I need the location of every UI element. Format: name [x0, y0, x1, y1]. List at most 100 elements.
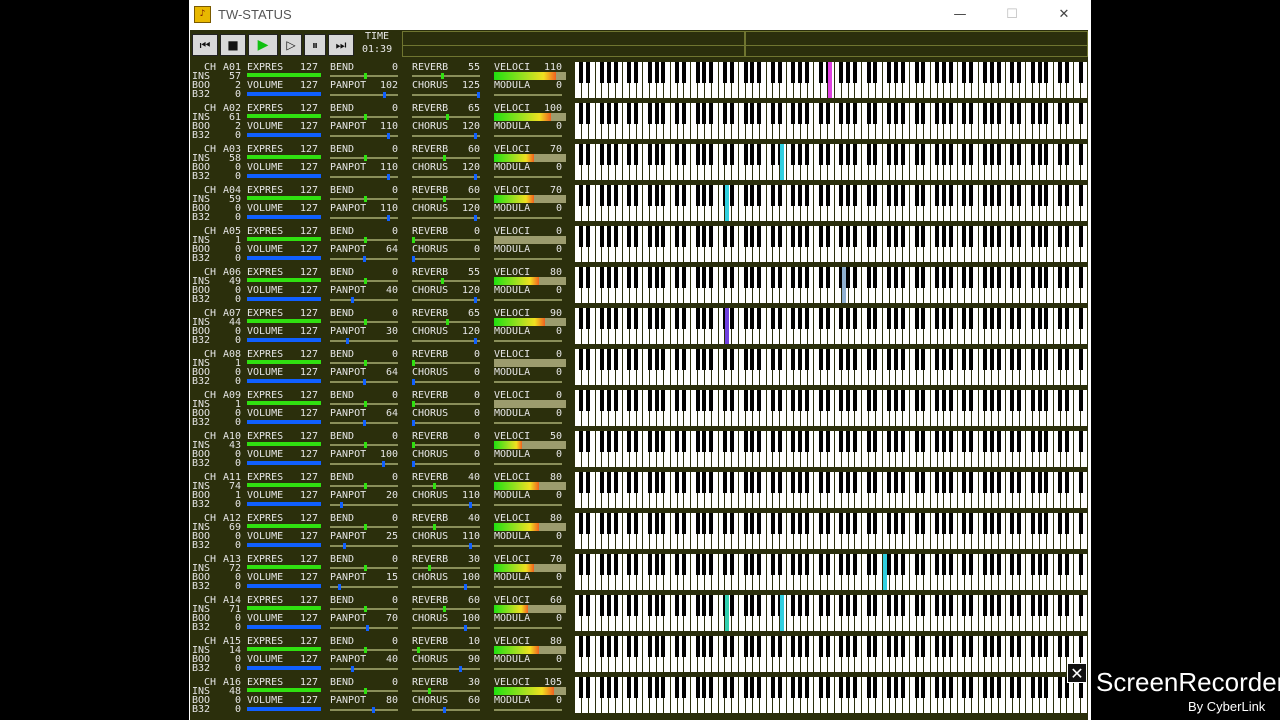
black-key[interactable]: [887, 636, 892, 657]
black-key[interactable]: [675, 308, 680, 329]
black-key[interactable]: [770, 144, 775, 165]
black-key[interactable]: [1058, 226, 1063, 247]
black-key[interactable]: [846, 554, 851, 575]
black-key[interactable]: [634, 144, 639, 165]
black-key[interactable]: [935, 308, 940, 329]
black-key[interactable]: [743, 431, 748, 452]
black-key[interactable]: [627, 308, 632, 329]
piano-keyboard[interactable]: [575, 103, 1088, 139]
black-key[interactable]: [695, 554, 700, 575]
black-key[interactable]: [852, 308, 857, 329]
black-key[interactable]: [613, 431, 618, 452]
black-key[interactable]: [839, 636, 844, 657]
black-key[interactable]: [921, 554, 926, 575]
black-key[interactable]: [866, 390, 871, 411]
bend-slider[interactable]: [364, 319, 367, 325]
black-key[interactable]: [893, 62, 898, 83]
black-key[interactable]: [1064, 513, 1069, 534]
black-key[interactable]: [599, 349, 604, 370]
black-key[interactable]: [935, 554, 940, 575]
black-key[interactable]: [695, 595, 700, 616]
piano-keyboard[interactable]: [575, 62, 1088, 98]
black-key[interactable]: [969, 513, 974, 534]
black-key[interactable]: [1010, 349, 1015, 370]
black-key[interactable]: [634, 308, 639, 329]
black-key[interactable]: [948, 636, 953, 657]
black-key[interactable]: [750, 349, 755, 370]
black-key[interactable]: [586, 513, 591, 534]
black-key[interactable]: [1078, 226, 1083, 247]
black-key[interactable]: [654, 677, 659, 698]
black-key[interactable]: [852, 390, 857, 411]
black-key[interactable]: [627, 226, 632, 247]
black-key[interactable]: [675, 513, 680, 534]
black-key[interactable]: [1058, 677, 1063, 698]
black-key[interactable]: [586, 636, 591, 657]
black-key[interactable]: [921, 431, 926, 452]
black-key[interactable]: [900, 513, 905, 534]
black-key[interactable]: [750, 267, 755, 288]
black-key[interactable]: [873, 267, 878, 288]
black-key[interactable]: [900, 308, 905, 329]
black-key[interactable]: [722, 554, 727, 575]
black-key[interactable]: [893, 226, 898, 247]
black-key[interactable]: [675, 267, 680, 288]
black-key[interactable]: [586, 226, 591, 247]
black-key[interactable]: [914, 62, 919, 83]
black-key[interactable]: [969, 185, 974, 206]
pause-button[interactable]: ⏸: [304, 34, 326, 56]
black-key[interactable]: [1037, 390, 1042, 411]
black-key[interactable]: [1030, 390, 1035, 411]
black-key[interactable]: [989, 226, 994, 247]
black-key[interactable]: [681, 677, 686, 698]
black-key[interactable]: [606, 595, 611, 616]
black-key[interactable]: [839, 431, 844, 452]
black-key[interactable]: [722, 390, 727, 411]
black-key[interactable]: [798, 226, 803, 247]
black-key[interactable]: [729, 636, 734, 657]
black-key[interactable]: [627, 267, 632, 288]
black-key[interactable]: [599, 226, 604, 247]
black-key[interactable]: [654, 308, 659, 329]
black-key[interactable]: [805, 226, 810, 247]
reverb-slider[interactable]: [412, 442, 415, 448]
black-key[interactable]: [613, 677, 618, 698]
black-key[interactable]: [982, 431, 987, 452]
black-key[interactable]: [852, 267, 857, 288]
black-key[interactable]: [729, 595, 734, 616]
black-key[interactable]: [661, 472, 666, 493]
black-key[interactable]: [695, 226, 700, 247]
black-key[interactable]: [948, 103, 953, 124]
black-key[interactable]: [579, 308, 584, 329]
black-key[interactable]: [1010, 554, 1015, 575]
black-key[interactable]: [935, 595, 940, 616]
black-key[interactable]: [839, 226, 844, 247]
black-key[interactable]: [941, 103, 946, 124]
black-key[interactable]: [852, 636, 857, 657]
black-key[interactable]: [750, 226, 755, 247]
black-key[interactable]: [996, 595, 1001, 616]
black-key[interactable]: [948, 226, 953, 247]
black-key[interactable]: [709, 431, 714, 452]
black-key[interactable]: [873, 636, 878, 657]
black-key[interactable]: [777, 308, 782, 329]
black-key[interactable]: [709, 103, 714, 124]
black-key[interactable]: [777, 103, 782, 124]
black-key[interactable]: [921, 308, 926, 329]
black-key[interactable]: [846, 431, 851, 452]
black-key[interactable]: [791, 144, 796, 165]
black-key[interactable]: [606, 349, 611, 370]
black-key[interactable]: [695, 144, 700, 165]
black-key[interactable]: [969, 226, 974, 247]
black-key[interactable]: [750, 431, 755, 452]
black-key[interactable]: [743, 62, 748, 83]
black-key[interactable]: [921, 595, 926, 616]
black-key[interactable]: [866, 103, 871, 124]
black-key[interactable]: [887, 431, 892, 452]
black-key[interactable]: [606, 185, 611, 206]
chorus-slider[interactable]: [443, 707, 447, 713]
black-key[interactable]: [627, 513, 632, 534]
black-key[interactable]: [969, 62, 974, 83]
black-key[interactable]: [969, 472, 974, 493]
black-key[interactable]: [1017, 636, 1022, 657]
